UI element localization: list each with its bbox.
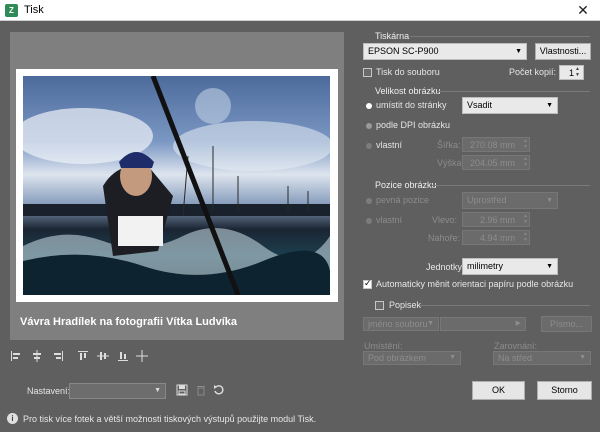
info-icon: i	[7, 413, 18, 424]
caption-text-field[interactable]: ▶	[440, 317, 526, 331]
chevron-down-icon: ▼	[546, 263, 553, 270]
spinner-arrows-icon: ▲ ▼	[523, 213, 528, 225]
presets-select[interactable]: ▼	[69, 383, 166, 399]
caption-label: Popisek	[389, 300, 422, 310]
chevron-down-icon: ▼	[579, 354, 586, 361]
top-spinner[interactable]: 4.94 mm ▲ ▼	[462, 230, 530, 245]
fit-page-radio[interactable]	[366, 103, 372, 109]
align-center-horizontal-icon[interactable]	[31, 350, 43, 362]
height-spinner[interactable]: 204.05 mm ▲ ▼	[462, 155, 530, 170]
custom-position-radio[interactable]	[366, 218, 372, 224]
caption-source-select[interactable]: jméno souboru ▼	[363, 317, 439, 331]
preview-photo	[23, 76, 330, 295]
close-icon[interactable]: ✕	[566, 0, 600, 21]
chevron-down-icon: ▼	[546, 197, 553, 204]
caption-placement-select[interactable]: Pod obrázkem ▼	[363, 351, 461, 365]
auto-orient-label: Automaticky měnit orientaci papíru podle…	[376, 279, 574, 289]
trash-icon[interactable]	[195, 384, 207, 396]
align-center-vertical-icon[interactable]	[97, 350, 109, 362]
preview-caption: Vávra Hradílek na fotografii Vítka Ludví…	[20, 316, 238, 328]
footer-info-text: Pro tisk více fotek a větší možnosti tis…	[23, 414, 317, 424]
top-label: Nahoře:	[428, 233, 461, 243]
left-spinner[interactable]: 2.96 mm ▲ ▼	[462, 212, 530, 227]
print-preview: Vávra Hradílek na fotografii Vítka Ludví…	[10, 32, 344, 340]
cancel-button[interactable]: Storno	[537, 381, 592, 400]
chevron-down-icon: ▼	[546, 102, 553, 109]
footer-bar: i Pro tisk více fotek a větší možnosti t…	[0, 408, 600, 432]
top-value: 4.94 mm	[479, 233, 515, 243]
fixed-position-value: Uprostřed	[467, 195, 507, 205]
copies-spinner[interactable]: 1 ▲ ▼	[559, 65, 584, 80]
undo-icon[interactable]	[213, 384, 225, 396]
printer-section-label: Tiskárna	[375, 31, 410, 41]
left-value: 2.96 mm	[479, 215, 515, 225]
caption-alignment-value: Na střed	[498, 353, 533, 363]
save-icon[interactable]	[176, 384, 188, 396]
spinner-arrows-icon: ▲ ▼	[523, 231, 528, 243]
spinner-arrows-icon: ▲ ▼	[575, 66, 580, 78]
align-bottom-icon[interactable]	[117, 350, 129, 362]
align-top-icon[interactable]	[77, 350, 89, 362]
printer-properties-button[interactable]: Vlastnosti...	[535, 43, 591, 60]
fixed-position-label: pevná pozice	[376, 195, 430, 205]
kayaker-photo-illustration	[23, 76, 330, 295]
window-title: Tisk	[24, 4, 44, 16]
dpi-radio[interactable]	[366, 123, 372, 129]
caption-checkbox[interactable]	[375, 301, 384, 310]
height-label: Výška:	[437, 158, 465, 168]
caption-font-button[interactable]: Písmo...	[541, 316, 592, 332]
align-left-icon[interactable]	[10, 350, 22, 362]
custom-size-label: vlastní	[376, 140, 403, 150]
caption-alignment-label: Zarovnání:	[494, 341, 538, 351]
fit-page-label: umístit do stránky	[376, 100, 447, 110]
fixed-position-select[interactable]: Uprostřed ▼	[462, 192, 558, 209]
units-label: Jednotky:	[426, 262, 465, 272]
dpi-label: podle DPI obrázku	[376, 120, 451, 130]
align-right-icon[interactable]	[52, 350, 64, 362]
spinner-arrows-icon: ▲ ▼	[523, 138, 528, 150]
spinner-arrows-icon: ▲ ▼	[523, 156, 528, 168]
caption-placement-label: Umístění:	[364, 341, 403, 351]
chevron-down-icon: ▼	[515, 48, 522, 55]
divider	[432, 185, 590, 186]
width-label: Šířka:	[437, 140, 461, 150]
image-position-section-label: Pozice obrázku	[375, 180, 437, 190]
caption-placement-value: Pod obrázkem	[368, 353, 427, 363]
print-to-file-checkbox[interactable]	[363, 68, 372, 77]
center-both-icon[interactable]	[136, 350, 148, 362]
image-size-section-label: Velikost obrázku	[375, 86, 441, 96]
units-value: milimetry	[467, 261, 503, 271]
custom-position-label: vlastní	[376, 215, 403, 225]
fixed-position-radio[interactable]	[366, 198, 372, 204]
fit-mode-select[interactable]: Vsadit ▼	[462, 97, 558, 114]
fit-mode-value: Vsadit	[467, 100, 493, 110]
chevron-down-icon: ▼	[449, 354, 456, 361]
auto-orient-checkbox[interactable]	[363, 278, 372, 289]
width-value: 270.08 mm	[469, 140, 515, 150]
copies-label: Počet kopií:	[509, 67, 557, 77]
divider	[437, 91, 590, 92]
chevron-down-icon: ▼	[427, 320, 434, 327]
width-spinner[interactable]: 270.08 mm ▲ ▼	[462, 137, 530, 152]
title-bar: Z Tisk ✕	[0, 0, 600, 21]
chevron-down-icon: ▼	[154, 387, 161, 394]
custom-size-radio[interactable]	[366, 143, 372, 149]
printer-select-value: EPSON SC-P900	[368, 46, 439, 56]
divider	[410, 36, 590, 37]
caption-alignment-select[interactable]: Na střed ▼	[493, 351, 591, 365]
divider	[420, 305, 590, 306]
presets-label: Nastavení:	[27, 386, 71, 396]
app-icon: Z	[5, 4, 18, 17]
units-select[interactable]: milimetry ▼	[462, 258, 558, 275]
height-value: 204.05 mm	[469, 158, 515, 168]
chevron-right-icon: ▶	[515, 320, 521, 327]
print-to-file-label: Tisk do souboru	[376, 67, 440, 77]
paper-page	[16, 69, 338, 302]
caption-source-value: jméno souboru	[368, 319, 428, 329]
printer-select[interactable]: EPSON SC-P900 ▼	[363, 43, 527, 60]
left-label: Vlevo:	[432, 215, 458, 225]
ok-button[interactable]: OK	[472, 381, 525, 400]
